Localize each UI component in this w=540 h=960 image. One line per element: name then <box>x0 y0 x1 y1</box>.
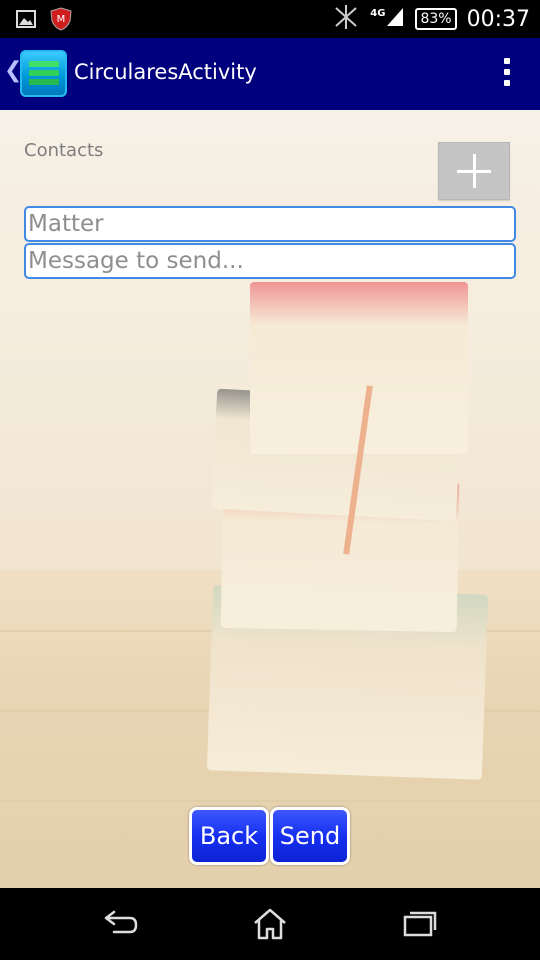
overflow-menu-icon[interactable] <box>504 58 512 90</box>
page-title: CircularesActivity <box>74 60 257 84</box>
battery-icon: 83% <box>415 8 457 30</box>
action-bar: ❮ CircularesActivity <box>0 38 540 110</box>
no-signal-icon <box>332 4 360 34</box>
matter-field-container <box>24 206 516 242</box>
network-type: 4G <box>370 7 386 19</box>
add-contact-button[interactable] <box>438 142 510 200</box>
clock: 00:37 <box>466 6 530 32</box>
status-bar: M 4G 83% 00:37 <box>0 0 540 38</box>
recents-icon[interactable] <box>402 908 438 942</box>
message-field-container <box>24 243 516 279</box>
contacts-label: Contacts <box>24 140 104 161</box>
mcafee-icon: M <box>50 7 72 35</box>
signal-icon <box>385 6 405 32</box>
navigation-bar <box>0 888 540 960</box>
back-icon[interactable] <box>100 908 140 942</box>
send-button[interactable]: Send <box>270 807 350 865</box>
home-icon[interactable] <box>252 908 288 944</box>
svg-text:M: M <box>57 14 66 25</box>
back-button[interactable]: Back <box>189 807 269 865</box>
content-area: Contacts Back Send <box>0 110 540 888</box>
matter-input[interactable] <box>26 208 508 240</box>
image-icon <box>16 10 36 32</box>
app-logo-icon[interactable] <box>20 50 67 97</box>
message-input[interactable] <box>26 245 508 277</box>
